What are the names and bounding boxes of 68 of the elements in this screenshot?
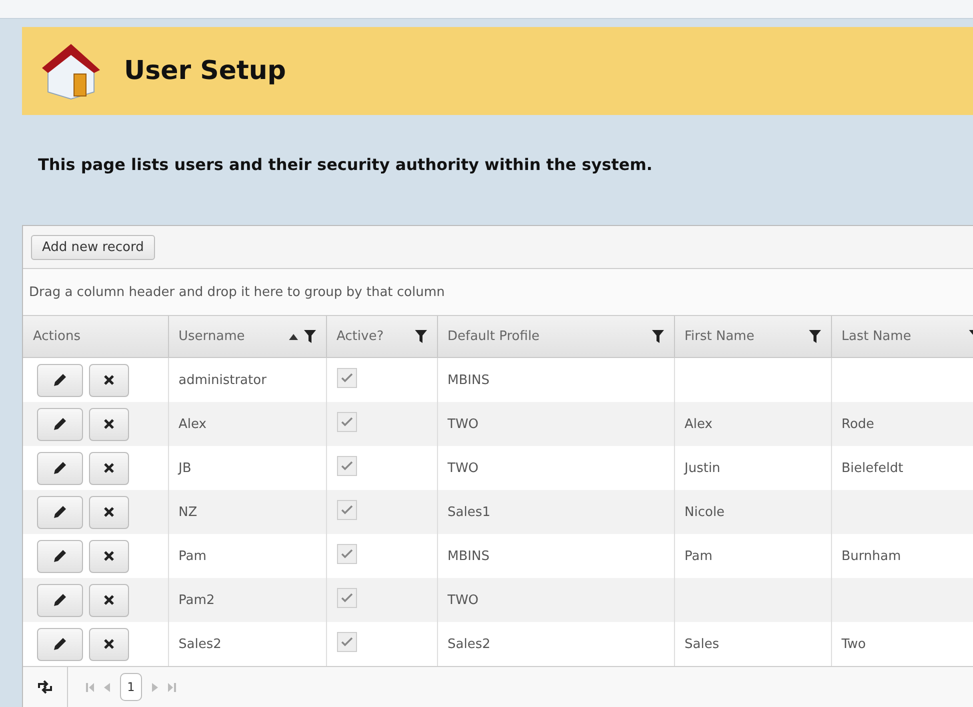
sort-ascending-icon [288, 334, 298, 340]
close-icon [103, 418, 115, 430]
delete-button[interactable] [89, 496, 129, 528]
edit-button[interactable] [37, 364, 83, 396]
column-header[interactable]: Last Name [831, 316, 973, 358]
check-icon [340, 593, 352, 603]
edit-button[interactable] [37, 452, 83, 484]
add-record-button[interactable]: Add new record [31, 234, 155, 260]
filter-icon[interactable] [304, 330, 316, 343]
close-icon [103, 462, 115, 474]
delete-button[interactable] [89, 540, 129, 572]
page-button[interactable]: 1 [120, 673, 142, 701]
pencil-icon [53, 505, 67, 519]
delete-button[interactable] [89, 628, 129, 660]
close-icon [103, 638, 115, 650]
table-cell: Nicole [684, 504, 725, 520]
column-header[interactable]: Default Profile [437, 316, 674, 358]
edit-button[interactable] [37, 540, 83, 572]
pencil-icon [53, 373, 67, 387]
table-cell: Burnham [842, 548, 901, 564]
pencil-icon [53, 417, 67, 431]
edit-button[interactable] [37, 496, 83, 528]
table-cell: Two [842, 636, 866, 652]
edit-button[interactable] [37, 628, 83, 660]
close-icon [103, 506, 115, 518]
filter-icon[interactable] [414, 330, 426, 343]
table-cell: Alex [684, 416, 712, 432]
table-cell: Alex [168, 402, 326, 446]
table-cell: NZ [168, 490, 326, 534]
pencil-icon [53, 461, 67, 475]
table-cell: Pam [684, 548, 712, 564]
page-title: User Setup [124, 56, 286, 86]
delete-button[interactable] [89, 408, 129, 440]
column-header[interactable]: Username [168, 316, 326, 358]
table-cell: Justin [684, 460, 720, 476]
close-icon [103, 550, 115, 562]
check-icon [340, 505, 352, 515]
group-hint: Drag a column header and drop it here to group by that column [29, 284, 445, 300]
delete-button[interactable] [89, 364, 129, 396]
check-icon [340, 373, 352, 383]
filter-icon[interactable] [808, 330, 820, 343]
check-icon [340, 417, 352, 427]
column-header[interactable]: Active? [326, 316, 437, 358]
table-cell: TWO [437, 578, 674, 622]
table-cell: Sales [684, 636, 720, 652]
page-description: This page lists users and their security authority within the system. [38, 155, 652, 174]
table-cell: Pam2 [168, 578, 326, 622]
table-cell: TWO [437, 402, 674, 446]
table-cell: Rode [842, 416, 874, 432]
pencil-icon [53, 549, 67, 563]
refresh-icon[interactable] [37, 680, 53, 694]
close-icon [103, 374, 115, 386]
delete-button[interactable] [89, 584, 129, 616]
edit-button[interactable] [37, 408, 83, 440]
table-cell: Bielefeldt [842, 460, 904, 476]
pencil-icon [53, 637, 67, 651]
house-icon [40, 42, 102, 100]
check-icon [340, 637, 352, 647]
delete-button[interactable] [89, 452, 129, 484]
column-header[interactable]: First Name [674, 316, 831, 358]
check-icon [340, 549, 352, 559]
filter-icon[interactable] [652, 330, 664, 343]
column-header[interactable]: Actions [23, 316, 168, 358]
table-cell: Sales1 [437, 490, 674, 534]
check-icon [340, 461, 352, 471]
edit-button[interactable] [37, 584, 83, 616]
pencil-icon [53, 593, 67, 607]
close-icon [103, 594, 115, 606]
